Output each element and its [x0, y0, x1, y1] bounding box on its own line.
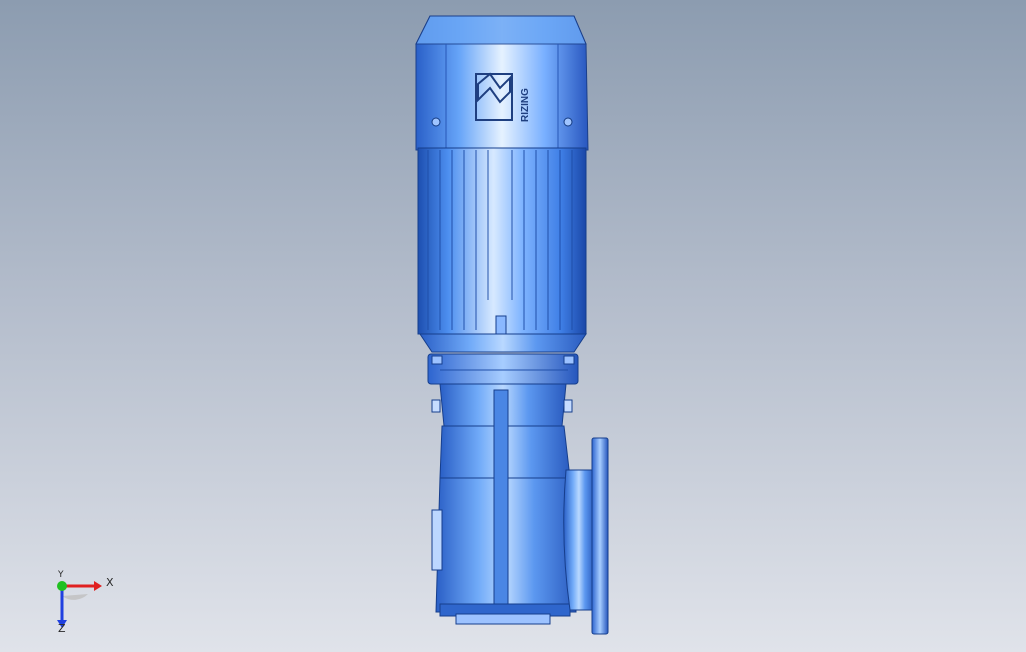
output-flange	[563, 437, 609, 635]
logo-text: RIZING	[520, 88, 531, 122]
motor-fan-cap	[415, 15, 589, 151]
x-axis-label: X	[106, 576, 114, 589]
gear-motor-model[interactable]: RIZING	[0, 0, 1026, 652]
y-axis-label: Y	[58, 570, 64, 580]
motor-flange	[419, 333, 587, 385]
motor-housing	[417, 147, 587, 339]
cad-viewport[interactable]: RIZING X Y Z	[0, 0, 1026, 652]
orientation-triad[interactable]: X Y Z	[44, 570, 124, 636]
z-axis-label: Z	[58, 622, 66, 635]
gearbox-body	[431, 383, 577, 625]
